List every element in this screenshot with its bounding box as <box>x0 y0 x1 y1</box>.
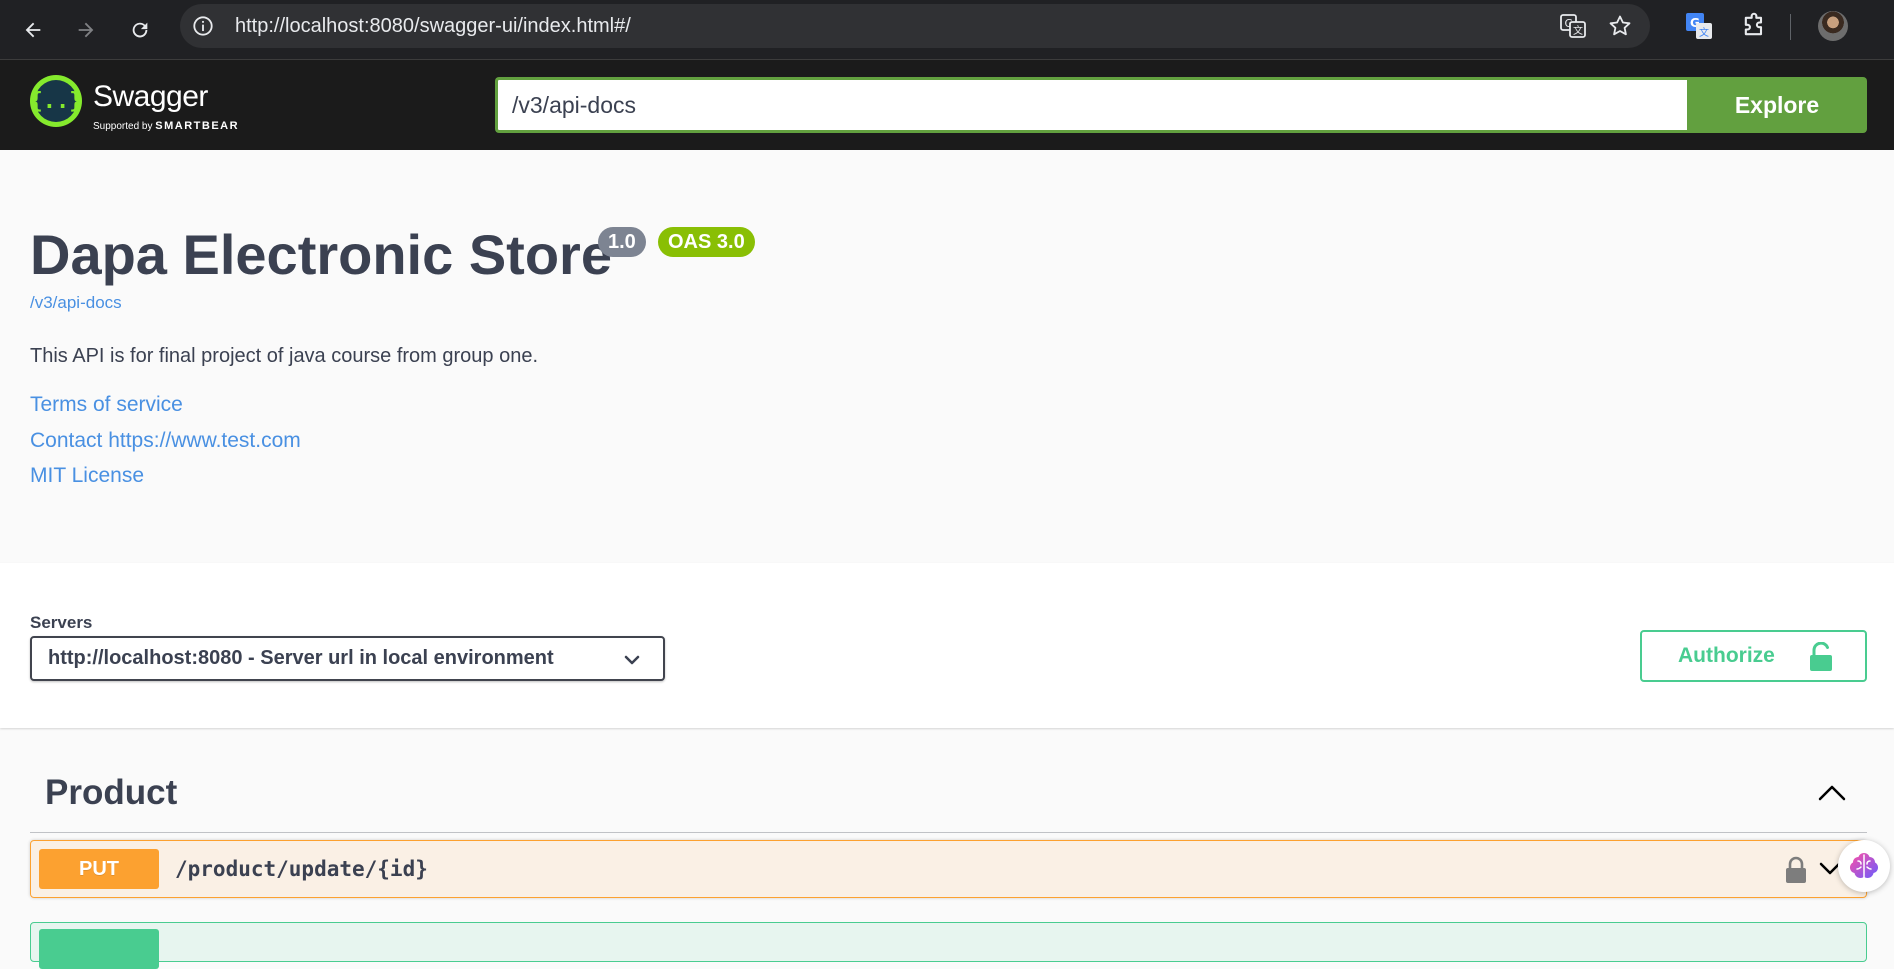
address-bar[interactable]: http://localhost:8080/swagger-ui/index.h… <box>180 4 1650 48</box>
servers-label: Servers <box>30 613 93 632</box>
authorize-label: Authorize <box>1678 644 1775 667</box>
spec-link[interactable]: /v3/api-docs <box>30 293 122 313</box>
servers-selected-value: http://localhost:8080 - Server url in lo… <box>48 647 554 669</box>
extensions-puzzle-icon[interactable] <box>1740 12 1768 40</box>
reload-button[interactable] <box>122 12 158 48</box>
terms-of-service-link[interactable]: Terms of service <box>30 393 183 417</box>
method-badge <box>39 929 159 969</box>
contact-link[interactable]: Contact https://www.test.com <box>30 429 301 453</box>
address-url[interactable]: http://localhost:8080/swagger-ui/index.h… <box>235 4 631 48</box>
translate-icon[interactable]: G文 <box>1560 14 1586 38</box>
scheme-container: Servers http://localhost:8080 - Server u… <box>0 563 1894 728</box>
api-description: This API is for final project of java co… <box>30 345 539 367</box>
forward-button[interactable] <box>68 12 104 48</box>
reload-icon <box>129 19 151 41</box>
svg-text:文: 文 <box>1699 26 1709 39</box>
servers-select[interactable]: http://localhost:8080 - Server url in lo… <box>30 636 665 681</box>
operation-row[interactable]: PUT /product/update/{id} <box>30 840 1867 898</box>
api-title: Dapa Electronic Store <box>30 223 612 286</box>
svg-text:文: 文 <box>1573 24 1583 37</box>
unlock-icon <box>1809 642 1833 672</box>
google-translate-extension-icon[interactable]: G文 <box>1685 12 1713 40</box>
operation-row[interactable] <box>30 922 1867 969</box>
spec-url-input[interactable]: /v3/api-docs <box>495 77 1687 133</box>
lock-icon[interactable] <box>1785 856 1807 884</box>
site-info-icon[interactable] <box>192 15 214 37</box>
authorize-button[interactable]: Authorize <box>1640 630 1867 682</box>
profile-avatar[interactable] <box>1818 11 1848 41</box>
swagger-logo-text: Swagger <box>93 80 208 113</box>
floating-extension-button[interactable] <box>1838 840 1890 892</box>
bookmark-star-icon[interactable] <box>1608 14 1632 38</box>
license-link[interactable]: MIT License <box>30 464 144 488</box>
tag-section-header[interactable]: Product <box>30 763 1867 833</box>
back-button[interactable] <box>15 12 51 48</box>
chevron-down-icon <box>623 651 641 669</box>
svg-text:{..}: {..} <box>30 89 82 114</box>
swagger-topbar: {..} Swagger Supported by SMARTBEAR /v3/… <box>0 60 1894 150</box>
swagger-logo-subtitle: Supported by SMARTBEAR <box>93 120 240 132</box>
version-badge: 1.0 <box>598 227 646 257</box>
method-badge: PUT <box>39 849 159 889</box>
chevron-up-icon[interactable] <box>1817 783 1847 803</box>
brain-extension-icon <box>1847 849 1881 883</box>
operation-path: /product/update/{id} <box>175 857 428 881</box>
forward-arrow-icon <box>75 19 97 41</box>
back-arrow-icon <box>22 19 44 41</box>
oas-badge: OAS 3.0 <box>658 227 755 257</box>
tag-title: Product <box>45 773 178 812</box>
explore-button[interactable]: Explore <box>1687 77 1867 133</box>
browser-toolbar: http://localhost:8080/swagger-ui/index.h… <box>0 0 1894 60</box>
toolbar-divider <box>1790 14 1791 40</box>
swagger-logo-icon[interactable]: {..} <box>30 75 82 127</box>
